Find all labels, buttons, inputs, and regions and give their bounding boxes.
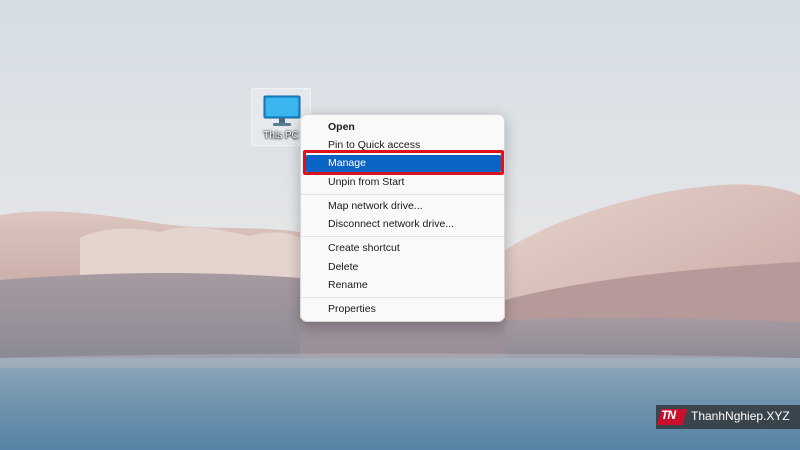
menu-separator (301, 297, 504, 298)
monitor-icon (263, 95, 301, 126)
watermark-logo-text: TN (661, 408, 676, 422)
watermark: TN ThanhNghiep.XYZ (656, 405, 800, 429)
menu-separator (301, 236, 504, 237)
context-menu: Open Pin to Quick access Manage Unpin fr… (300, 114, 505, 322)
menu-item-open[interactable]: Open (305, 119, 502, 136)
menu-item-unpin-start[interactable]: Unpin from Start (305, 174, 502, 191)
menu-item-create-shortcut[interactable]: Create shortcut (305, 240, 502, 257)
menu-separator (301, 194, 504, 195)
menu-item-rename[interactable]: Rename (305, 277, 502, 294)
menu-item-disconnect-network-drive[interactable]: Disconnect network drive... (305, 216, 502, 233)
manage-highlight-annotation (303, 150, 504, 175)
menu-item-delete[interactable]: Delete (305, 259, 502, 276)
menu-item-map-network-drive[interactable]: Map network drive... (305, 198, 502, 215)
watermark-text: ThanhNghiep.XYZ (691, 409, 790, 423)
desktop: This PC Open Pin to Quick access Manage … (0, 0, 800, 450)
menu-item-properties[interactable]: Properties (305, 301, 502, 318)
